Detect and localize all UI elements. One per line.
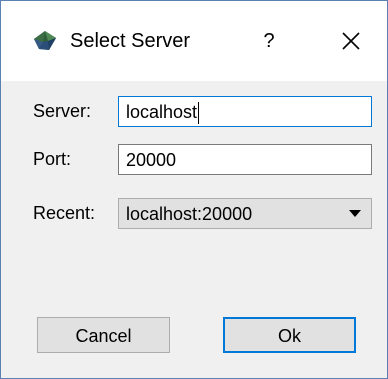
port-input[interactable]: 20000 bbox=[118, 144, 372, 175]
close-button[interactable] bbox=[329, 21, 373, 61]
text-caret bbox=[198, 102, 200, 125]
help-button[interactable]: ? bbox=[249, 23, 289, 59]
close-icon bbox=[329, 32, 373, 65]
dialog-title: Select Server bbox=[70, 30, 191, 52]
app-logo-icon bbox=[31, 27, 59, 55]
recent-value: localhost:20000 bbox=[126, 204, 253, 224]
recent-label: Recent: bbox=[33, 203, 96, 223]
server-value: localhost bbox=[126, 102, 198, 122]
select-server-dialog: Select Server ? Server: localhost Port: … bbox=[0, 0, 388, 379]
port-value: 20000 bbox=[126, 150, 177, 170]
title-bar: Select Server ? bbox=[1, 1, 387, 81]
port-label: Port: bbox=[33, 149, 72, 169]
recent-dropdown[interactable]: localhost:20000 bbox=[118, 198, 372, 229]
ok-button[interactable]: Ok bbox=[223, 317, 356, 353]
server-label: Server: bbox=[33, 101, 92, 121]
dropdown-arrow-icon bbox=[349, 210, 361, 217]
cancel-button[interactable]: Cancel bbox=[37, 317, 170, 353]
server-input[interactable]: localhost bbox=[118, 96, 372, 127]
